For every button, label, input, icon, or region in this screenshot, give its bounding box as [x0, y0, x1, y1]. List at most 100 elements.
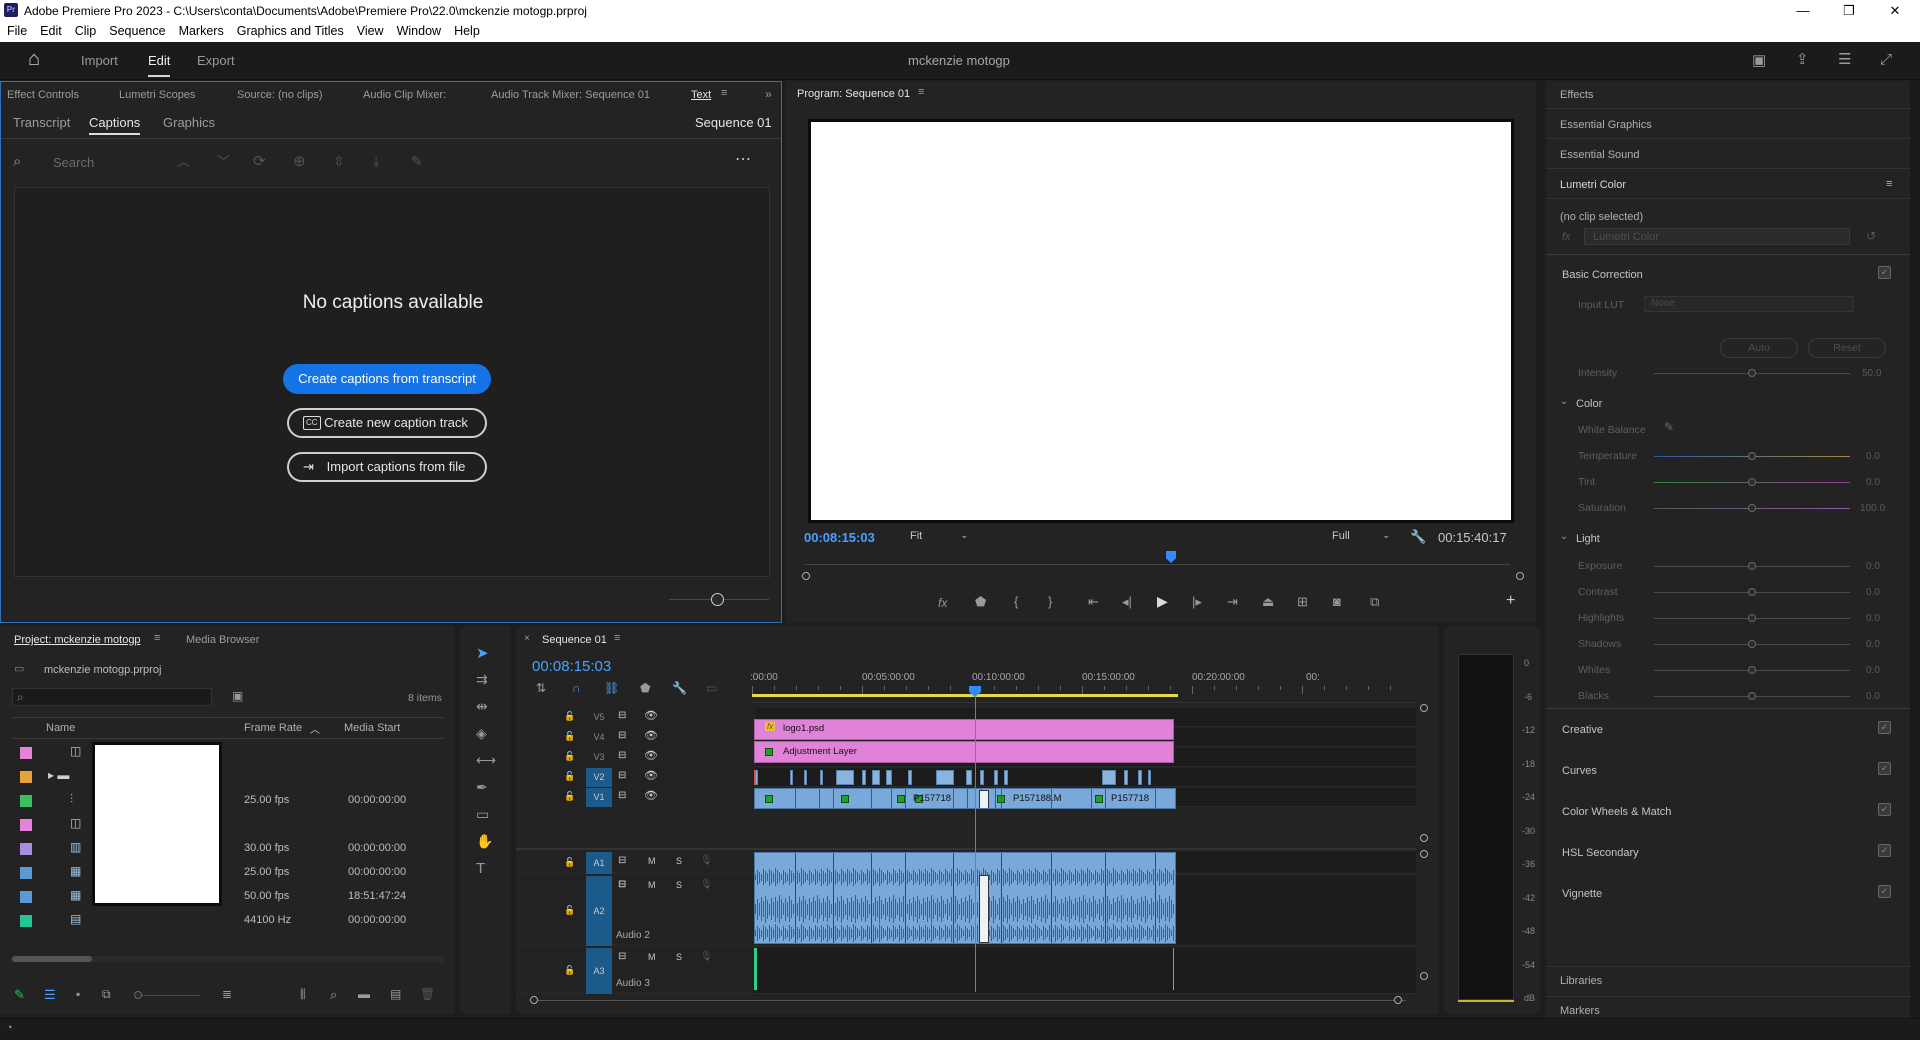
subtab-captions[interactable]: Captions	[89, 115, 141, 135]
thumb-size-slider[interactable]	[140, 995, 200, 996]
work-area-bar[interactable]	[752, 694, 1178, 697]
tab-media-browser[interactable]: Media Browser	[186, 634, 259, 646]
slip-tool-icon[interactable]: ⟷	[476, 753, 496, 767]
lock-icon[interactable]: 🔓	[564, 752, 575, 761]
track-target-v5[interactable]: V5	[586, 708, 612, 727]
export-frame-icon[interactable]: ◙	[1333, 595, 1341, 608]
track-target-v2[interactable]: V2	[586, 768, 612, 787]
v2-clip[interactable]	[1004, 770, 1008, 785]
track-target-a3[interactable]: A3	[586, 948, 612, 994]
fit-dropdown[interactable]: Fit ⌄	[910, 530, 972, 546]
find-icon[interactable]: ⌕	[330, 988, 337, 1001]
essential-graphics-header[interactable]: Essential Graphics	[1546, 111, 1910, 139]
track-select-tool-icon[interactable]: ⇉	[476, 672, 488, 686]
list-view-icon[interactable]: ☰	[44, 988, 56, 1001]
comparison-view-icon[interactable]: ⧉	[1370, 595, 1379, 608]
project-search-input[interactable]: ⌕	[12, 688, 212, 706]
tab-source[interactable]: Source: (no clips)	[237, 89, 323, 101]
lock-icon[interactable]: 🔓	[564, 732, 575, 741]
label-color-swatch[interactable]	[20, 867, 32, 879]
col-frame-rate[interactable]: Frame Rate	[244, 722, 302, 734]
chevron-down-icon[interactable]: ﹀	[217, 155, 230, 168]
pencil-icon[interactable]: ✎	[14, 988, 25, 1001]
tab-project[interactable]: Project: mckenzie motogp	[14, 634, 141, 646]
timeline-timecode[interactable]: 00:08:15:03	[532, 658, 611, 675]
track-target-v1[interactable]: V1	[586, 788, 612, 807]
maximize-button[interactable]: ❐	[1826, 0, 1872, 22]
lock-icon[interactable]: 🔓	[564, 966, 575, 975]
color-section-label[interactable]: Color	[1576, 398, 1602, 410]
selected-clip[interactable]	[979, 790, 989, 808]
menu-markers[interactable]: Markers	[172, 22, 230, 38]
sort-icons-icon[interactable]: ≣	[222, 988, 232, 1000]
timeline-h-scrollbar[interactable]	[530, 1000, 1406, 1001]
refresh-icon[interactable]: ⟳	[253, 154, 266, 169]
project-list-item[interactable]: ⫶ 25.00 fps 00:00:00:00	[12, 788, 444, 812]
color-value[interactable]: 0.0	[1866, 451, 1880, 462]
project-list-item[interactable]: ◫	[12, 740, 444, 764]
create-new-caption-track-button[interactable]: CC Create new caption track	[287, 408, 487, 438]
section-checkbox[interactable]: ✓	[1878, 885, 1891, 898]
timeline-tab[interactable]: Sequence 01	[542, 634, 607, 646]
program-video-frame[interactable]	[808, 119, 1514, 523]
microphone-icon[interactable]: 🎙	[700, 952, 713, 962]
go-to-in-icon[interactable]: ⇤	[1088, 595, 1099, 608]
icon-view-icon[interactable]: ▪	[76, 988, 80, 1000]
section-color-wheels-match[interactable]: Color Wheels & Match	[1562, 806, 1671, 818]
eye-icon[interactable]: 👁	[644, 711, 658, 722]
project-scroll-thumb[interactable]	[12, 956, 92, 962]
mark-in-icon[interactable]: {	[1014, 595, 1018, 608]
v2-clip[interactable]	[804, 770, 807, 785]
v2-clip[interactable]	[1138, 770, 1142, 785]
reset-effect-icon[interactable]: ↺	[1866, 230, 1876, 242]
col-media-start[interactable]: Media Start	[344, 722, 400, 734]
rectangle-tool-icon[interactable]: ▭	[476, 807, 489, 821]
v2-clip[interactable]	[966, 770, 972, 785]
sync-lock-icon[interactable]: ⊟	[618, 880, 626, 890]
v2-clip[interactable]	[994, 770, 998, 785]
video-zoom-bottom[interactable]	[1420, 834, 1428, 842]
light-value[interactable]: 0.0	[1866, 665, 1880, 676]
project-list-item[interactable]: ▥ 30.00 fps 00:00:00:00	[12, 836, 444, 860]
tab-audio-clip-mixer[interactable]: Audio Clip Mixer:	[363, 89, 446, 101]
clip-thumbnail[interactable]	[92, 742, 222, 906]
extract-icon[interactable]: ⊞	[1297, 595, 1308, 608]
solo-button[interactable]: S	[676, 953, 682, 962]
light-knob[interactable]	[1748, 614, 1756, 622]
project-list-item[interactable]: ▤ 44100 Hz 00:00:00:00	[12, 908, 444, 932]
eye-icon[interactable]: 👁	[644, 791, 658, 802]
add-marker-icon[interactable]: ⬟	[640, 682, 650, 694]
settings-wrench-icon[interactable]: 🔧	[672, 682, 687, 694]
v2-clip[interactable]	[790, 770, 793, 785]
light-knob[interactable]	[1748, 692, 1756, 700]
v2-clip[interactable]	[886, 770, 892, 785]
section-checkbox[interactable]: ✓	[1878, 844, 1891, 857]
label-color-swatch[interactable]	[20, 819, 32, 831]
color-knob[interactable]	[1748, 452, 1756, 460]
color-knob[interactable]	[1748, 478, 1756, 486]
more-options-icon[interactable]: ⋯	[735, 152, 751, 168]
light-knob[interactable]	[1748, 666, 1756, 674]
razor-tool-icon[interactable]: ◈	[476, 726, 487, 740]
label-color-swatch[interactable]	[20, 795, 32, 807]
section-hsl-secondary[interactable]: HSL Secondary	[1562, 847, 1639, 859]
label-color-swatch[interactable]	[20, 891, 32, 903]
freeform-view-icon[interactable]: ⧉	[102, 988, 111, 1000]
export-tab[interactable]: Export	[197, 53, 235, 68]
search-input[interactable]: Search	[53, 155, 94, 170]
section-curves[interactable]: Curves	[1562, 765, 1597, 777]
audio-clips[interactable]	[754, 852, 1176, 944]
edit-pencil-icon[interactable]: ✎	[411, 154, 423, 168]
libraries-panel-header[interactable]: Libraries	[1546, 966, 1910, 992]
light-value[interactable]: 0.0	[1866, 613, 1880, 624]
menu-help[interactable]: Help	[447, 22, 486, 38]
program-timecode[interactable]: 00:08:15:03	[804, 530, 875, 545]
panel-menu-icon[interactable]: ≡	[1886, 178, 1892, 190]
project-list-item[interactable]: ◫	[12, 812, 444, 836]
program-playhead[interactable]	[1166, 551, 1176, 563]
sync-lock-icon[interactable]: ⊟	[618, 771, 626, 781]
basic-correction-checkbox[interactable]: ✓	[1878, 266, 1891, 279]
add-marker-icon[interactable]: ⬟	[975, 595, 986, 608]
section-creative[interactable]: Creative	[1562, 724, 1603, 736]
clip-logo[interactable]: fx logo1.psd	[754, 719, 1174, 740]
